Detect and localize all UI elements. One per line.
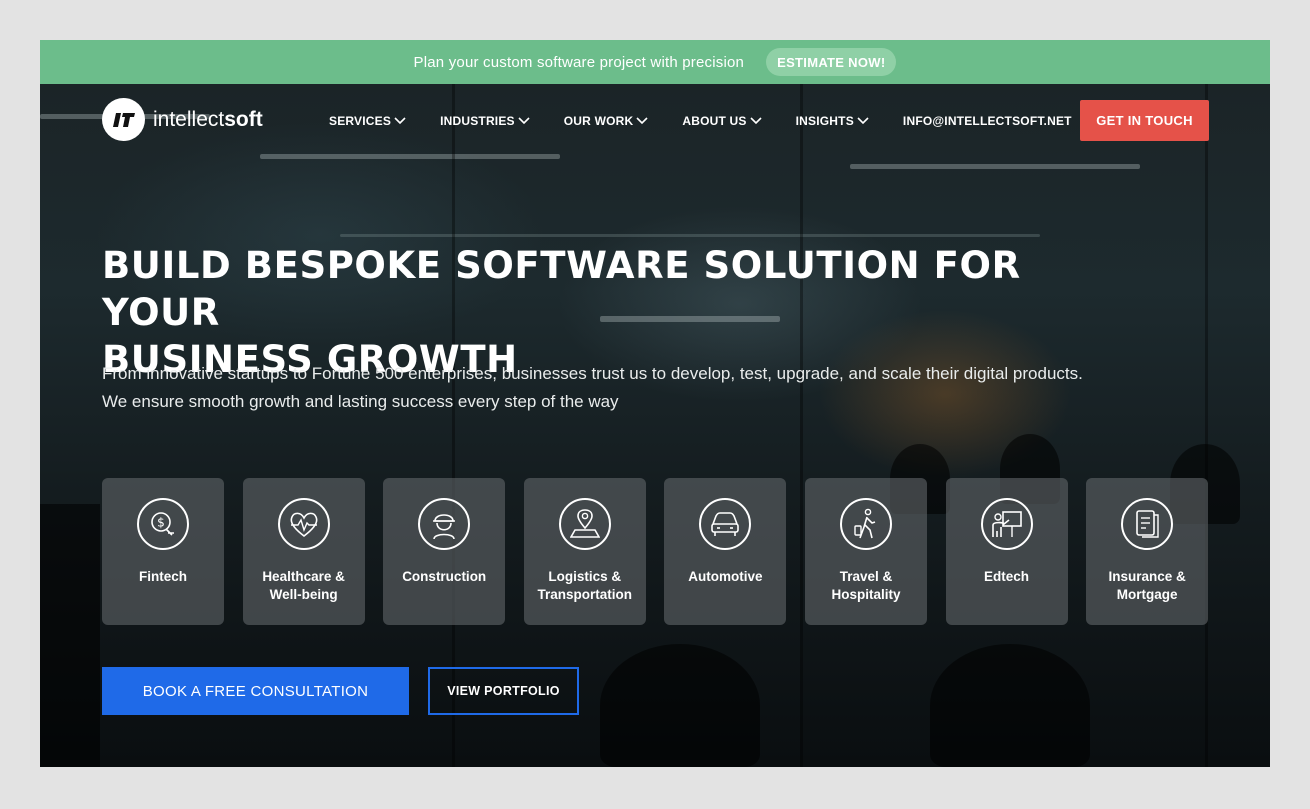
window-frame bbox=[452, 84, 455, 767]
nav-item-industries[interactable]: INDUSTRIES bbox=[440, 114, 530, 128]
chevron-down-icon bbox=[394, 117, 406, 125]
nav-label: INFO@INTELLECTSOFT.NET bbox=[902, 114, 1072, 128]
chevron-down-icon bbox=[857, 117, 869, 125]
window-frame bbox=[800, 84, 803, 767]
nav-menu: SERVICES INDUSTRIES OUR WORK ABOUT US IN… bbox=[329, 114, 1106, 128]
website-viewport: Plan your custom software project with p… bbox=[40, 40, 1270, 767]
industry-label: Logistics & Transportation bbox=[537, 569, 633, 602]
logo-glyph-icon bbox=[112, 112, 135, 127]
subline-line: We ensure smooth growth and lasting succ… bbox=[102, 392, 619, 411]
ceiling-light bbox=[340, 234, 1040, 237]
person-silhouette bbox=[40, 504, 100, 767]
industry-label: Automotive bbox=[688, 569, 763, 584]
chevron-down-icon bbox=[636, 117, 648, 125]
nav-item-about-us[interactable]: ABOUT US bbox=[682, 114, 762, 128]
nav-label: OUR WORK bbox=[563, 114, 634, 128]
headline-line: BUILD BESPOKE SOFTWARE SOLUTION FOR YOUR bbox=[102, 244, 1021, 334]
nav-label: INSIGHTS bbox=[795, 114, 854, 128]
nav-item-email[interactable]: INFO@INTELLECTSOFT.NET bbox=[903, 114, 1072, 128]
industry-label: Travel & Hospitality bbox=[831, 569, 901, 602]
chevron-down-icon bbox=[518, 117, 530, 125]
logo-text-bold: soft bbox=[224, 107, 263, 131]
nav-label: SERVICES bbox=[329, 114, 392, 128]
logo-text-light: intellect bbox=[153, 107, 225, 131]
promo-text: Plan your custom software project with p… bbox=[413, 53, 745, 71]
nav-label: INDUSTRIES bbox=[440, 114, 515, 128]
industry-cards: $ Fintech Healthcare & Well-being Constru… bbox=[102, 478, 1209, 625]
industry-label: Fintech bbox=[138, 569, 187, 584]
industry-label: Insurance & Mortgage bbox=[1108, 569, 1186, 602]
document-icon bbox=[1121, 498, 1174, 550]
heart-pulse-icon bbox=[277, 498, 330, 550]
industry-card-edtech[interactable]: Edtech bbox=[945, 478, 1068, 625]
industry-label: Healthcare & Well-being bbox=[262, 569, 345, 602]
person-silhouette bbox=[930, 644, 1090, 767]
map-pin-icon bbox=[558, 498, 611, 550]
book-consultation-button[interactable]: BOOK A FREE CONSULTATION bbox=[102, 667, 409, 715]
subline-line: From innovative startups to Fortune 500 … bbox=[102, 364, 1083, 383]
hero-section: intellectsoft SERVICES INDUSTRIES OUR WO… bbox=[40, 84, 1270, 767]
industry-card-fintech[interactable]: $ Fintech bbox=[102, 478, 224, 625]
traveler-icon bbox=[839, 498, 892, 550]
industry-card-travel[interactable]: Travel & Hospitality bbox=[804, 478, 927, 625]
teacher-board-icon bbox=[980, 498, 1033, 550]
person-silhouette bbox=[600, 644, 760, 767]
industry-card-insurance[interactable]: Insurance & Mortgage bbox=[1086, 478, 1209, 625]
promo-bar: Plan your custom software project with p… bbox=[40, 40, 1270, 84]
fintech-icon: $ bbox=[137, 498, 189, 550]
industry-card-healthcare[interactable]: Healthcare & Well-being bbox=[242, 478, 365, 625]
ceiling-light bbox=[850, 164, 1140, 169]
hardhat-worker-icon bbox=[418, 498, 471, 550]
industry-label: Edtech bbox=[984, 569, 1030, 584]
nav-label: ABOUT US bbox=[682, 114, 747, 128]
get-in-touch-button[interactable]: GET IN TOUCH bbox=[1080, 100, 1209, 141]
nav-item-our-work[interactable]: OUR WORK bbox=[564, 114, 649, 128]
industry-card-construction[interactable]: Construction bbox=[383, 478, 506, 625]
estimate-now-button[interactable]: ESTIMATE NOW! bbox=[766, 48, 897, 76]
logo-mark bbox=[102, 98, 145, 141]
car-icon bbox=[699, 498, 752, 550]
industry-card-automotive[interactable]: Automotive bbox=[664, 478, 787, 625]
chevron-down-icon bbox=[750, 117, 762, 125]
intellectsoft-logo[interactable]: intellectsoft bbox=[102, 98, 263, 141]
view-portfolio-button[interactable]: VIEW PORTFOLIO bbox=[428, 667, 579, 715]
industry-label: Construction bbox=[402, 569, 487, 584]
window-frame bbox=[1205, 84, 1208, 767]
nav-item-insights[interactable]: INSIGHTS bbox=[796, 114, 869, 128]
hero-subheadline: From innovative startups to Fortune 500 … bbox=[102, 360, 1222, 416]
industry-card-logistics[interactable]: Logistics & Transportation bbox=[523, 478, 646, 625]
nav-item-services[interactable]: SERVICES bbox=[329, 114, 406, 128]
svg-text:$: $ bbox=[157, 516, 165, 530]
main-nav: intellectsoft SERVICES INDUSTRIES OUR WO… bbox=[40, 84, 1270, 160]
